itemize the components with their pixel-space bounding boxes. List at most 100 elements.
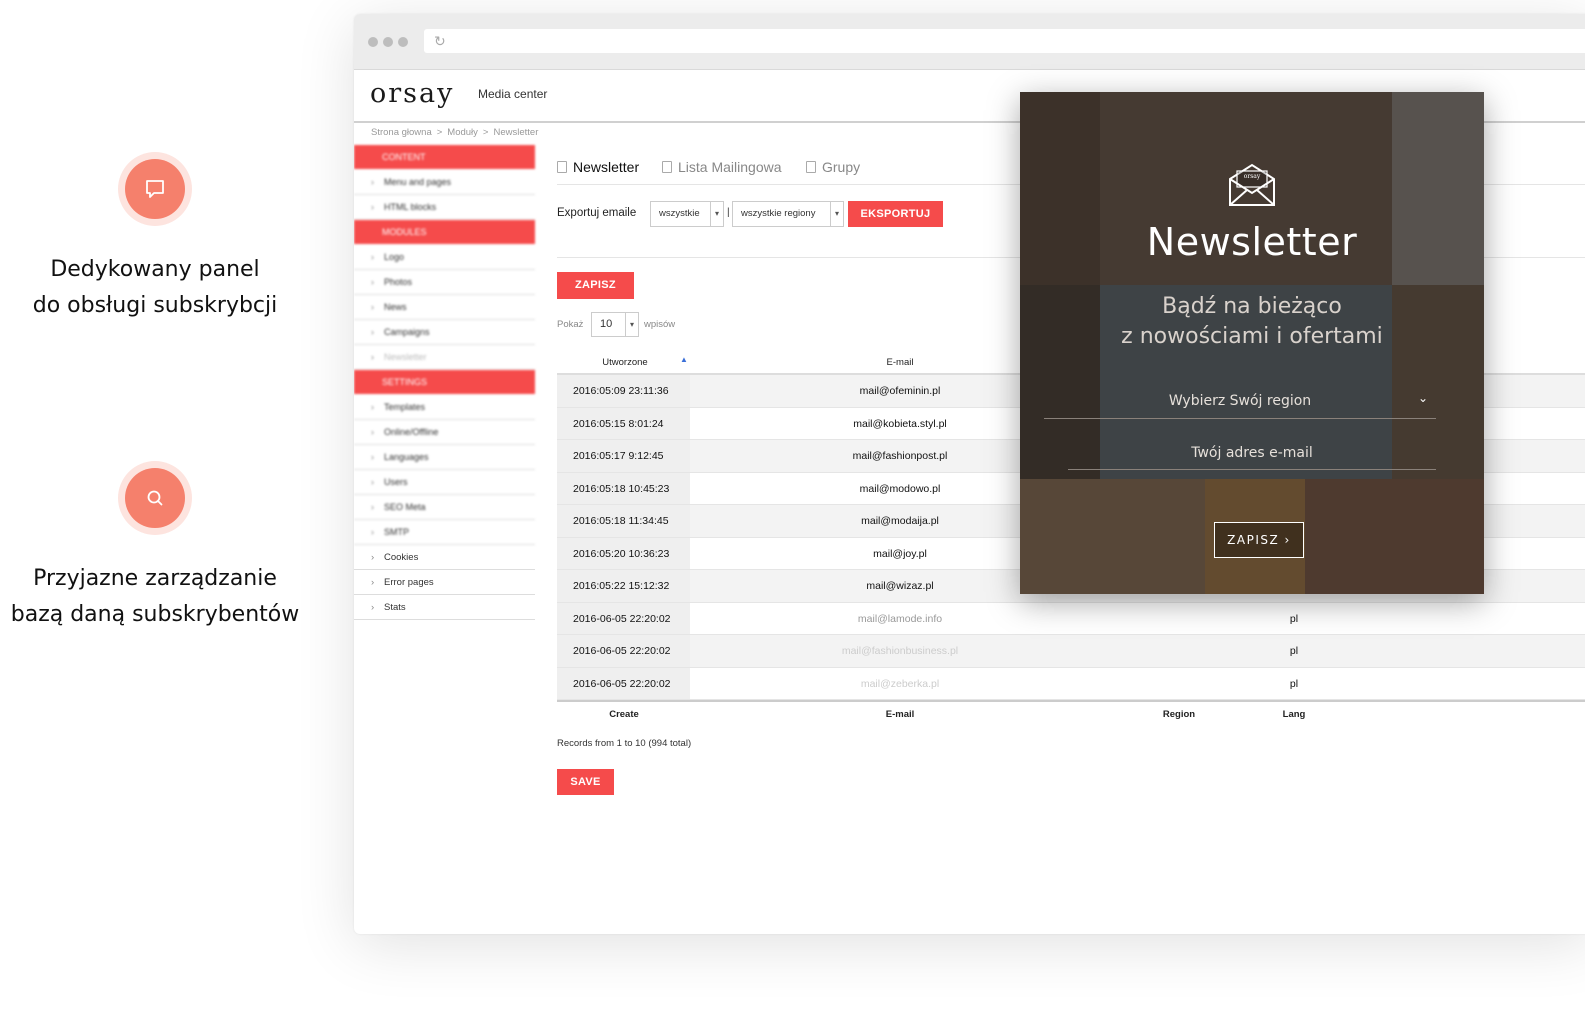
popup-subtitle-line: Bądź na bieżąco (1162, 294, 1342, 319)
sidebar-item[interactable]: SEO Meta (354, 495, 535, 520)
app-subtitle: Media center (478, 87, 548, 101)
sidebar-item[interactable]: Campaigns (354, 320, 535, 345)
window-dot[interactable] (383, 37, 393, 47)
tab-groups[interactable]: Grupy (806, 159, 860, 175)
orsay-logo[interactable]: orsay (370, 78, 454, 109)
sidebar-item[interactable]: Users (354, 470, 535, 495)
export-button[interactable]: EKSPORTUJ (848, 201, 943, 227)
sidebar-section-content[interactable]: CONTENT (354, 145, 535, 169)
document-icon (662, 161, 672, 173)
sidebar-section-settings[interactable]: SETTINGS (354, 370, 535, 394)
select-value: 10 (600, 318, 613, 330)
cell-date: 2016:05:20 10:36:23 (557, 537, 690, 569)
tab-label: Newsletter (573, 159, 640, 175)
newsletter-popup: orsay Newsletter Bądź na bieżąco z nowoś… (1020, 92, 1484, 594)
feature-caption: Przyjazne zarządzanie bazą daną subskryb… (0, 561, 310, 633)
document-icon (806, 161, 816, 173)
sidebar-item[interactable]: Stats (354, 595, 535, 620)
sidebar-item[interactable]: Online/Offline (354, 420, 535, 445)
save-button-bottom[interactable]: SAVE (557, 769, 614, 795)
feature-subscriber-management: Przyjazne zarządzanie bazą daną subskryb… (0, 461, 310, 633)
tab-newsletter[interactable]: Newsletter (557, 159, 639, 175)
tab-mailing-list[interactable]: Lista Mailingowa (662, 159, 782, 175)
sidebar-item[interactable]: News (354, 295, 535, 320)
cell-date: 2016:05:15 8:01:24 (557, 407, 690, 439)
export-filter-select[interactable]: wszystkie ▾ (650, 201, 724, 227)
column-header-created[interactable]: Utworzone (602, 357, 647, 368)
export-region-select[interactable]: wszystkie regiony ▾ (732, 201, 844, 227)
cell-email: mail@zeberka.pl (860, 677, 940, 690)
tab-label: Lista Mailingowa (678, 159, 782, 175)
cell-email: mail@ofeminin.pl (859, 385, 941, 397)
chevron-right-icon: › (1279, 533, 1291, 547)
feature-caption-line: do obsługi subskrybcji (32, 293, 278, 318)
breadcrumb: Strona głowna > Moduły > Newsletter (371, 127, 539, 138)
chevron-down-icon: ⌄ (1417, 391, 1428, 405)
region-select-placeholder: Wybierz Swój region (1168, 393, 1312, 409)
select-value: wszystkie (659, 208, 700, 219)
sidebar-section-modules[interactable]: MODULES (354, 220, 535, 244)
region-select[interactable]: Wybierz Swój region ⌄ (1044, 387, 1436, 419)
cell-date: 2016:05:17 9:12:45 (557, 440, 690, 472)
cell-date: 2016-06-05 22:20:02 (557, 635, 690, 667)
sidebar-item[interactable]: SMTP (354, 520, 535, 545)
popup-subtitle: Bądź na bieżąco z nowościami i ofertami (1020, 292, 1484, 352)
table-row[interactable]: 2016-06-05 22:20:02 mail@zeberka.pl pl (557, 667, 1585, 700)
breadcrumb-link[interactable]: Strona głowna (371, 127, 432, 138)
cell-email: mail@modowo.pl (859, 482, 941, 495)
page-size-select[interactable]: 10 ▾ (591, 312, 639, 337)
sort-asc-icon[interactable]: ▲ (680, 355, 688, 364)
save-button-top[interactable]: ZAPISZ (557, 272, 634, 299)
popup-subtitle-line: z nowościami i ofertami (1121, 324, 1383, 349)
sidebar-item[interactable]: Templates (354, 395, 535, 420)
cell-email: mail@wizaz.pl (866, 580, 934, 592)
sidebar: CONTENT Menu and pages HTML blocks MODUL… (354, 145, 535, 620)
tab-label: Grupy (822, 159, 861, 175)
email-field[interactable]: Twój adres e-mail (1068, 440, 1436, 470)
sidebar-item[interactable]: HTML blocks (354, 195, 535, 220)
cell-lang: pl (1289, 612, 1299, 625)
chevron-down-icon: ▾ (710, 202, 723, 226)
page-size-prefix: Pokaż (557, 319, 584, 330)
subscribe-button[interactable]: ZAPISZ › (1214, 522, 1304, 558)
envelope-logo: orsay (1243, 173, 1261, 180)
footer-create: Create (609, 709, 639, 720)
window-dot[interactable] (398, 37, 408, 47)
sidebar-item[interactable]: Error pages (354, 570, 535, 595)
table-row[interactable]: 2016-06-05 22:20:02 mail@lamode.info pl (557, 602, 1585, 635)
subscribe-button-label: ZAPISZ (1227, 533, 1280, 547)
cell-date: 2016-06-05 22:20:02 (557, 602, 690, 634)
feature-caption-line: Przyjazne zarządzanie (33, 566, 277, 591)
sidebar-item[interactable]: Photos (354, 270, 535, 295)
footer-lang: Lang (1282, 709, 1306, 720)
footer-email: E-mail (885, 709, 915, 720)
sidebar-item[interactable]: Menu and pages (354, 170, 535, 195)
cell-email: mail@fashionpost.pl (852, 450, 948, 462)
feature-caption-line: Dedykowany panel (50, 257, 260, 282)
cell-lang: pl (1289, 677, 1299, 690)
page-size-suffix: wpisów (644, 319, 676, 330)
sidebar-item-newsletter[interactable]: Newsletter (354, 345, 535, 370)
table-row[interactable]: 2016-06-05 22:20:02 mail@fashionbusiness.… (557, 635, 1585, 668)
breadcrumb-current: Newsletter (493, 127, 539, 138)
sidebar-item[interactable]: Logo (354, 245, 535, 270)
feature-subscription-panel: Dedykowany panel do obsługi subskrybcji (0, 152, 310, 324)
footer-region: Region (1162, 709, 1196, 720)
cell-date: 2016:05:09 23:11:36 (557, 375, 690, 407)
records-info: Records from 1 to 10 (994 total) (557, 738, 692, 749)
sidebar-item[interactable]: Languages (354, 445, 535, 470)
page-size-control: Pokaż 10 ▾ wpisów (557, 312, 675, 337)
browser-chrome: ↻ (354, 14, 1585, 70)
separator: | (727, 207, 730, 218)
breadcrumb-link[interactable]: Moduły (447, 127, 478, 138)
window-dot[interactable] (368, 37, 378, 47)
search-icon (125, 468, 185, 528)
cell-date: 2016:05:22 15:12:32 (557, 570, 690, 602)
sidebar-item[interactable]: Cookies (354, 545, 535, 570)
address-bar[interactable]: ↻ (424, 29, 1585, 53)
feature-caption-line: bazą daną subskrybentów (10, 602, 300, 627)
table-footer: Create E-mail Region Lang (557, 700, 1585, 728)
column-header-email[interactable]: E-mail (887, 357, 914, 368)
reload-icon[interactable]: ↻ (434, 33, 446, 50)
cell-email: mail@kobieta.styl.pl (853, 417, 947, 430)
